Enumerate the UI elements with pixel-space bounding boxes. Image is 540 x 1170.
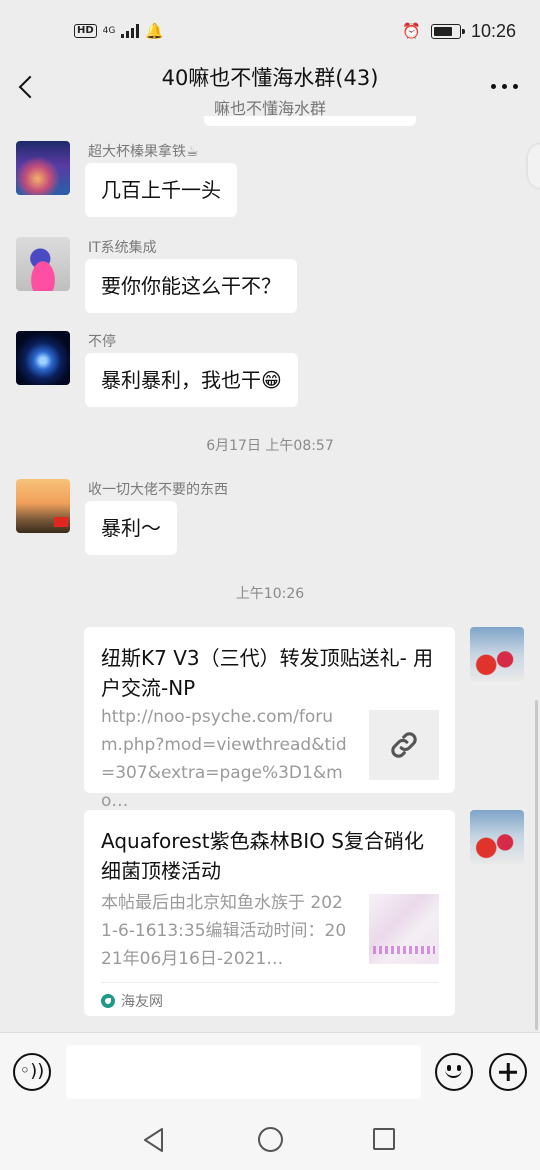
battery-icon (430, 23, 465, 39)
notification-icon: 🔔 (145, 22, 165, 40)
back-button[interactable] (16, 72, 40, 102)
source-app-icon (101, 994, 115, 1008)
chat-title: 40嘛也不懂海水群(43) (161, 66, 379, 90)
message-bubble[interactable]: 要你你能这么干不？ (85, 259, 297, 313)
previous-message-bubble (204, 116, 416, 126)
status-time: 10:26 (470, 20, 516, 41)
system-nav-bar (0, 1112, 540, 1170)
sender-name: 超大杯榛果拿铁☕ (88, 144, 199, 160)
my-avatar[interactable] (470, 627, 524, 681)
input-bar: ◦)) (0, 1032, 540, 1112)
nav-recents-button[interactable] (373, 1128, 395, 1150)
message-bubble[interactable]: 暴利暴利，我也干😁 (85, 353, 298, 407)
timestamp: 上午10:26 (235, 586, 305, 602)
divider (101, 982, 439, 983)
link-card-description: http://noo-psyche.com/forum.php?mod=view… (101, 707, 347, 811)
more-functions-button[interactable] (489, 1053, 527, 1091)
more-options-button[interactable] (491, 84, 518, 89)
avatar[interactable] (16, 237, 70, 291)
avatar[interactable] (16, 479, 70, 533)
sender-name: 收一切大佬不要的东西 (88, 482, 228, 498)
timestamp: 6月17日 上午08:57 (206, 438, 334, 454)
avatar[interactable] (16, 141, 70, 195)
link-card-description: 本帖最后由北京知鱼水族于 2021-6-1613:35编辑活动时间：2021年0… (101, 893, 347, 969)
source-name: 海友网 (121, 994, 163, 1010)
voice-icon: ◦)) (19, 1060, 45, 1082)
floating-handle[interactable] (528, 144, 540, 188)
network-type: 4G (102, 25, 116, 36)
link-card-title: Aquaforest紫色森林BIO S复合硝化细菌顶楼活动 (101, 829, 424, 883)
link-card[interactable]: Aquaforest紫色森林BIO S复合硝化细菌顶楼活动 本帖最后由北京知鱼水… (84, 810, 455, 1016)
scrollbar[interactable] (535, 700, 538, 1030)
nav-home-button[interactable] (258, 1127, 283, 1152)
my-avatar[interactable] (470, 810, 524, 864)
chat-header: 40嘛也不懂海水群(43) 嘛也不懂海水群 (0, 58, 540, 120)
sender-name: 不停 (88, 334, 116, 350)
alarm-icon: ⏰ (402, 22, 421, 40)
hd-icon: HD (74, 24, 97, 38)
voice-input-button[interactable]: ◦)) (13, 1053, 51, 1091)
flag-icon (54, 517, 68, 527)
status-bar: HD 4G 🔔 ⏰ 10:26 (0, 0, 540, 62)
avatar[interactable] (16, 331, 70, 385)
link-card[interactable]: 纽斯K7 V3（三代）转发顶贴送礼- 用户交流-NP http://noo-ps… (84, 627, 455, 811)
message-input[interactable] (66, 1045, 421, 1099)
signal-icon (121, 24, 140, 38)
link-card-source: 海友网 (101, 991, 163, 1011)
link-icon (369, 710, 439, 780)
link-card-thumbnail (369, 894, 439, 964)
emoji-button[interactable] (435, 1053, 473, 1091)
message-bubble[interactable]: 暴利～ (85, 501, 177, 555)
link-card-title: 纽斯K7 V3（三代）转发顶贴送礼- 用户交流-NP (101, 646, 434, 700)
message-bubble[interactable]: 几百上千一头 (85, 163, 237, 217)
nav-back-button[interactable] (142, 1127, 166, 1157)
sender-name: IT系统集成 (88, 240, 157, 256)
